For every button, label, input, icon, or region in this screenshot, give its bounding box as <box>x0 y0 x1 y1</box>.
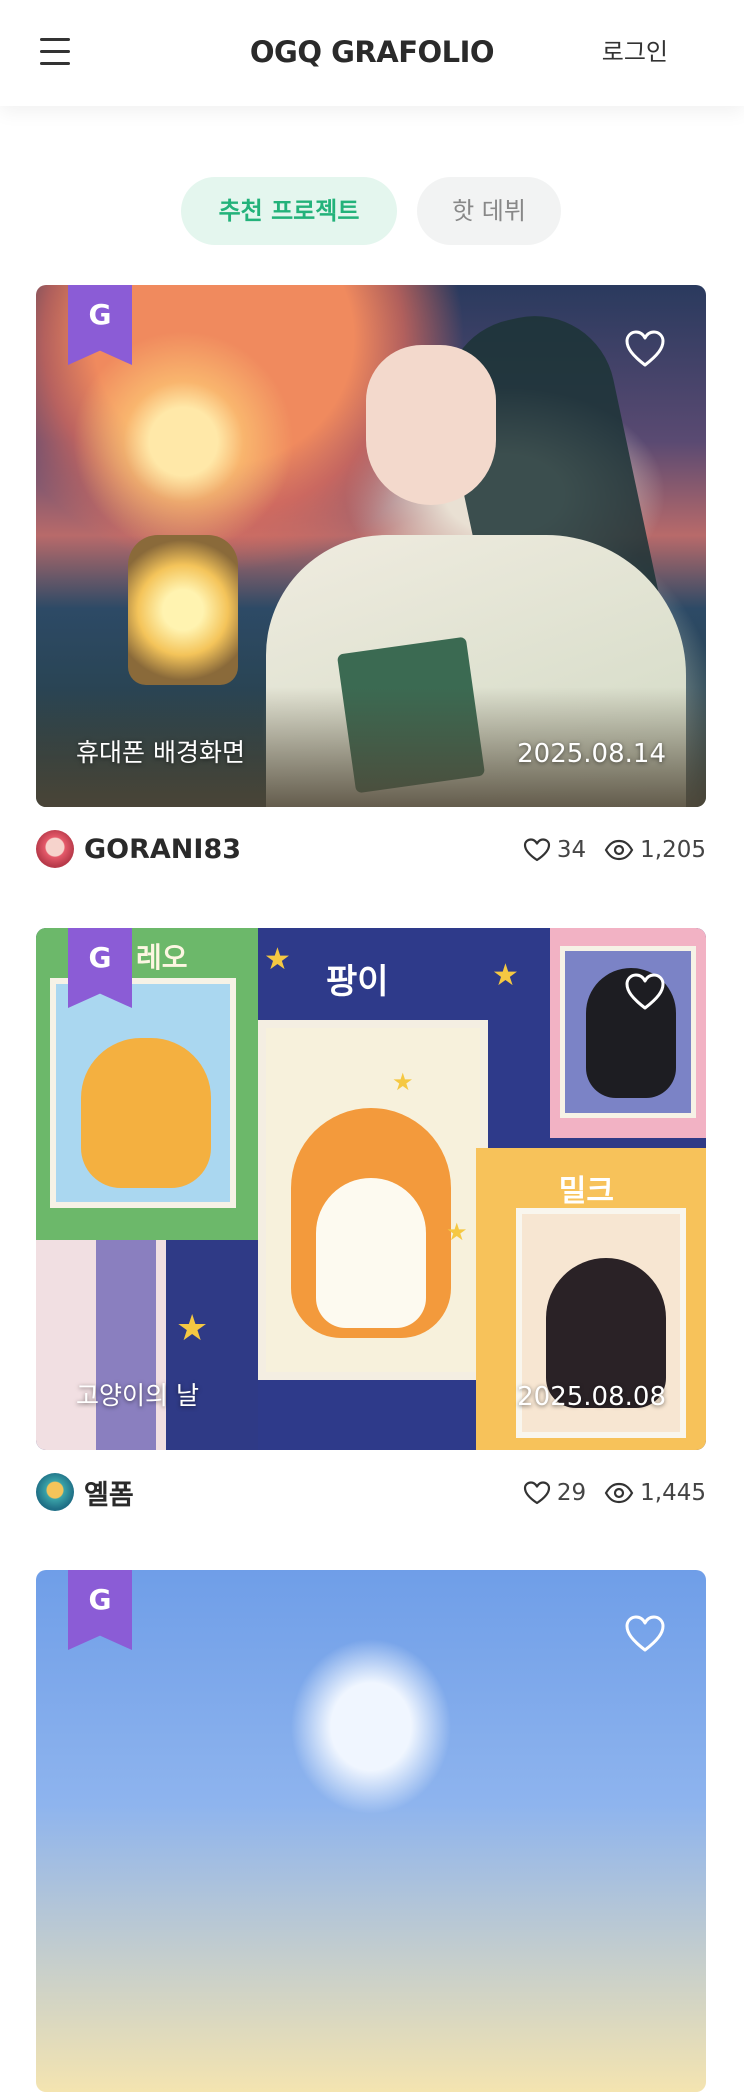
eye-icon <box>604 1482 634 1504</box>
hamburger-menu-icon[interactable] <box>38 35 74 67</box>
lantern-illustration <box>128 535 238 685</box>
project-date: 2025.08.08 <box>517 1382 666 1412</box>
heart-outline-icon <box>523 1481 550 1505</box>
like-heart-icon[interactable] <box>624 1614 666 1654</box>
project-title: 휴대폰 배경화면 <box>76 738 245 767</box>
project-card[interactable]: 레오 팡이 밀크 ★ ★ ★ ★ ★ G 고양이의 날 2025.08.08 옐… <box>36 928 706 1538</box>
author-name: 옐폼 <box>84 1479 134 1511</box>
avatar <box>36 1473 74 1511</box>
views-count: 1,445 <box>640 1480 706 1506</box>
likes-count: 29 <box>556 1480 587 1506</box>
views-stat: 1,205 <box>604 837 706 863</box>
card-meta: GORANI83 34 1,205 <box>36 807 706 895</box>
author-link[interactable]: 옐폼 <box>36 1472 134 1512</box>
like-heart-icon[interactable] <box>624 329 666 369</box>
project-title: 고양이의 날 <box>76 1381 199 1410</box>
card-stats: 34 1,205 <box>523 833 706 867</box>
site-logo[interactable]: OGQ GRAFOLIO <box>246 30 498 74</box>
author-name: GORANI83 <box>84 833 242 865</box>
heart-outline-icon <box>523 838 550 862</box>
project-card[interactable]: G <box>36 1570 706 2092</box>
g-badge-icon: G <box>68 285 132 365</box>
project-thumbnail[interactable]: G 휴대폰 배경화면 2025.08.14 <box>36 285 706 807</box>
artwork-label-milk: 밀크 <box>558 1174 614 1209</box>
avatar <box>36 830 74 868</box>
card-meta: 옐폼 29 1,445 <box>36 1450 706 1538</box>
project-thumbnail[interactable]: 레오 팡이 밀크 ★ ★ ★ ★ ★ G 고양이의 날 2025.08.08 <box>36 928 706 1450</box>
tab-hot-debut[interactable]: 핫 데뷔 <box>417 177 561 245</box>
card-stats: 29 1,445 <box>523 1476 706 1510</box>
top-header: OGQ GRAFOLIO 로그인 <box>0 0 744 106</box>
author-link[interactable]: GORANI83 <box>36 829 241 869</box>
views-count: 1,205 <box>640 837 706 863</box>
login-button[interactable]: 로그인 <box>602 32 668 72</box>
views-stat: 1,445 <box>604 1480 706 1506</box>
eye-icon <box>604 839 634 861</box>
likes-stat: 34 <box>523 837 586 863</box>
project-thumbnail[interactable]: G <box>36 1570 706 2092</box>
project-card[interactable]: G 휴대폰 배경화면 2025.08.14 GORANI83 34 1,205 <box>36 285 706 895</box>
likes-count: 34 <box>556 837 587 863</box>
g-badge-icon: G <box>68 1570 132 1650</box>
likes-stat: 29 <box>523 1480 586 1506</box>
tab-recommended-projects[interactable]: 추천 프로젝트 <box>181 177 397 245</box>
artwork-label-pangi: 팡이 <box>326 962 389 1002</box>
project-date: 2025.08.14 <box>517 739 666 769</box>
feed-tabs: 추천 프로젝트 핫 데뷔 <box>0 177 744 245</box>
like-heart-icon[interactable] <box>624 972 666 1012</box>
artwork-label-leo: 레오 <box>136 941 188 974</box>
